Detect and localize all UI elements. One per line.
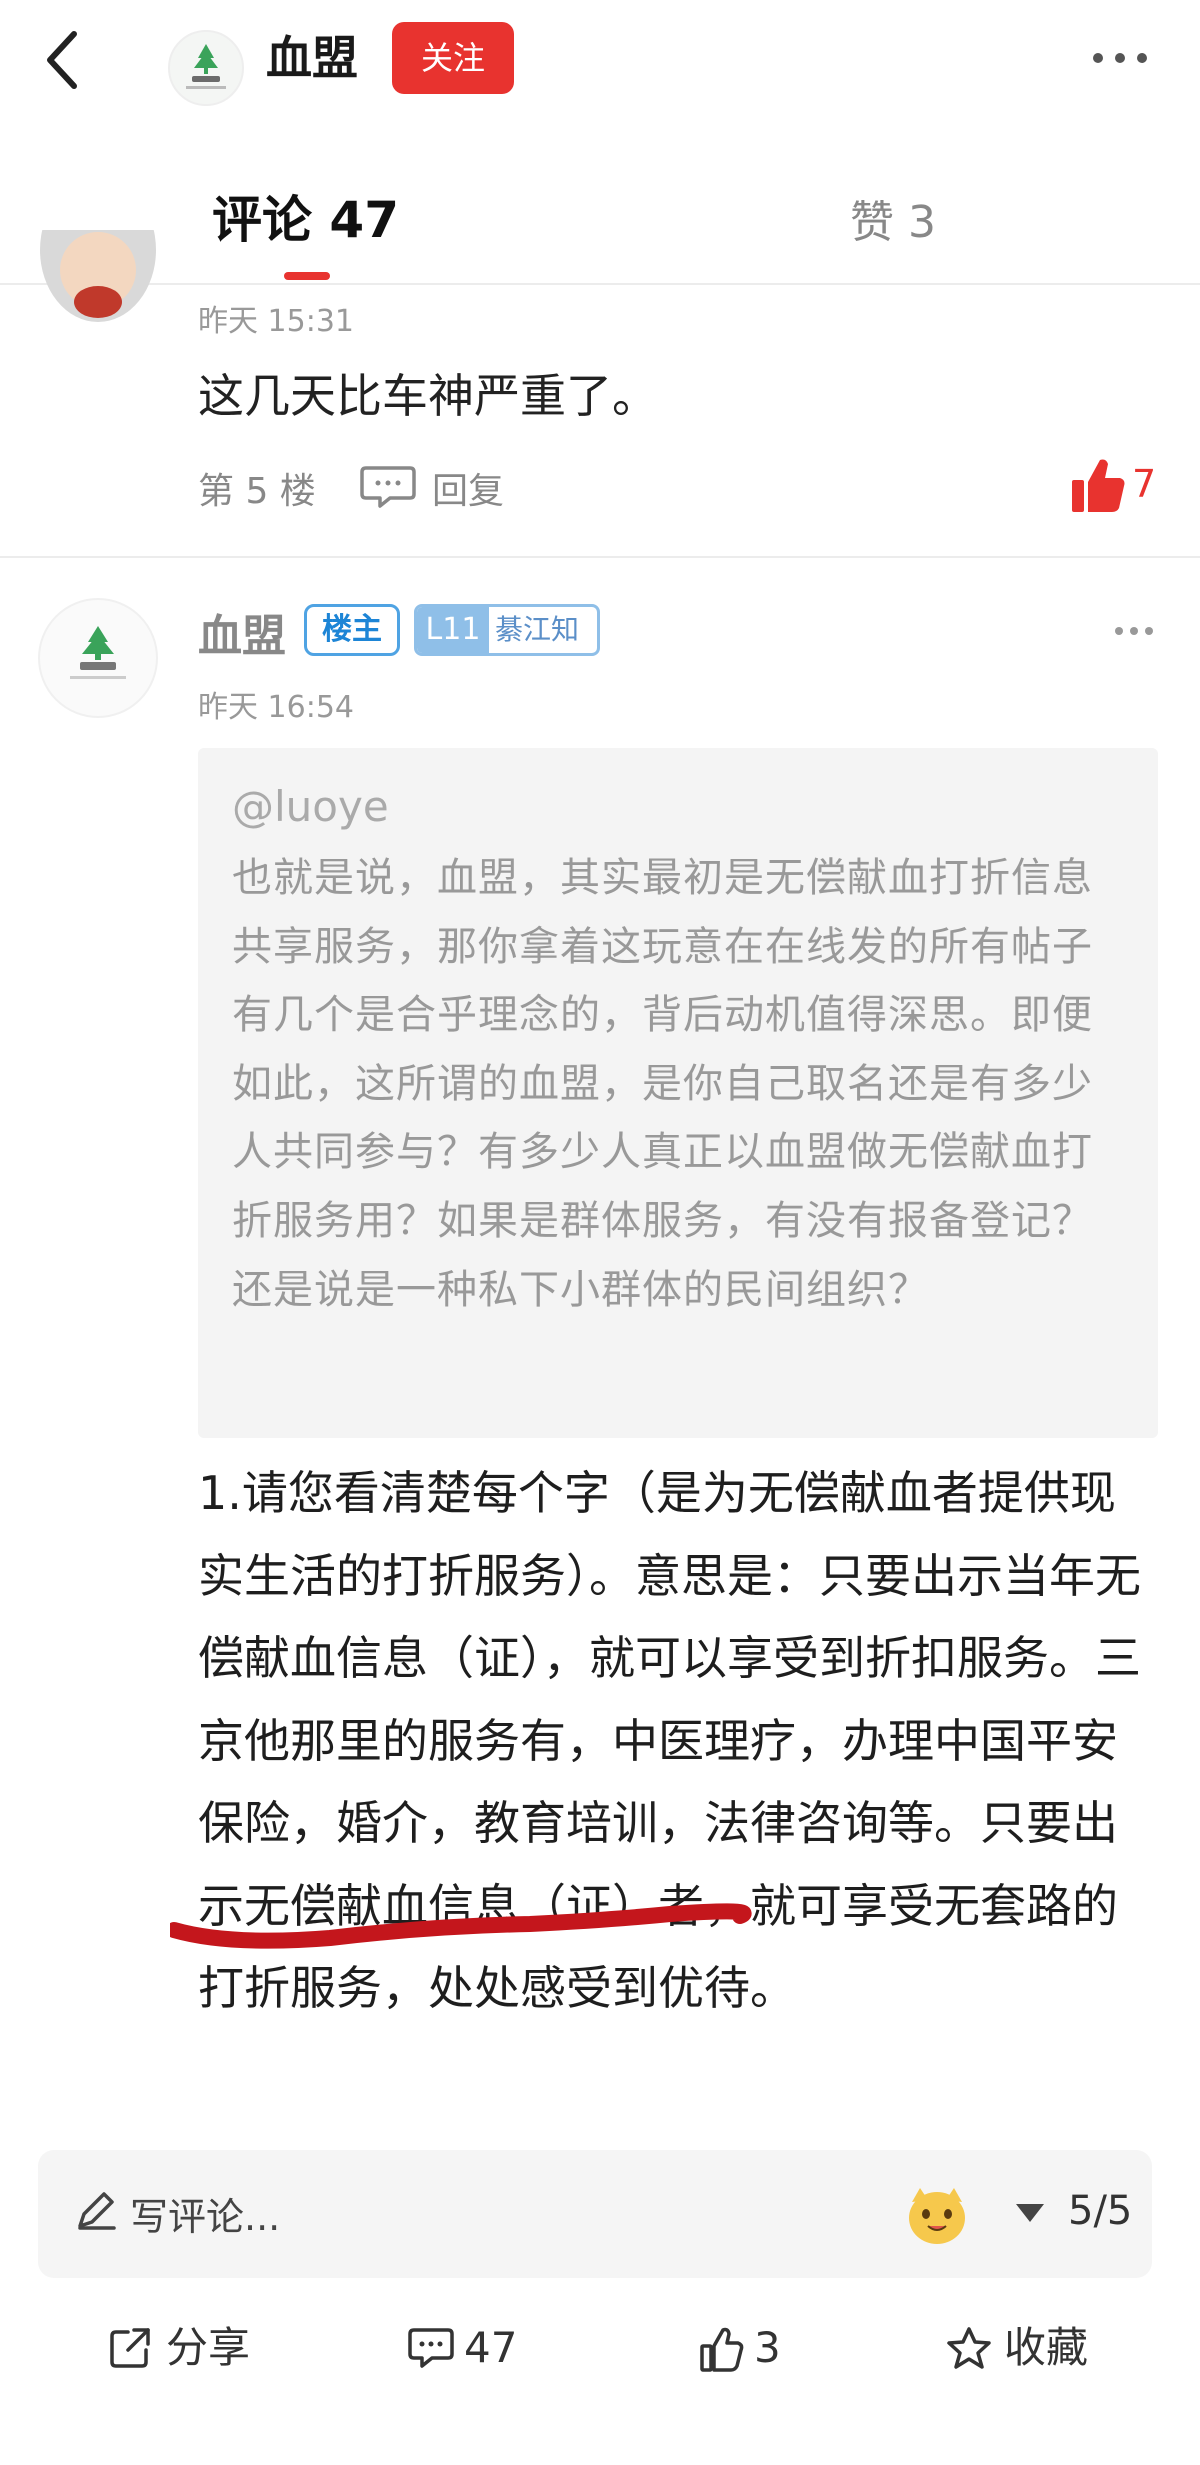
tab-likes[interactable]: 赞 3	[850, 186, 936, 250]
star-icon	[947, 2327, 991, 2369]
tree-logo-icon	[186, 44, 226, 89]
share-label: 分享	[166, 2323, 251, 2372]
tree-logo-icon	[70, 626, 126, 679]
like-button[interactable]: 3	[700, 2318, 810, 2378]
share-button[interactable]: 分享	[108, 2318, 268, 2378]
favorite-button[interactable]: 收藏	[946, 2318, 1106, 2378]
floor-page-counter[interactable]: 5/5	[1068, 2188, 1132, 2234]
more-icon[interactable]	[1090, 48, 1150, 68]
page-title: 血盟	[266, 31, 358, 85]
follow-button[interactable]: 关注	[392, 22, 514, 94]
avatar[interactable]	[40, 230, 156, 330]
like-count: 7	[1132, 462, 1157, 506]
reply-button[interactable]: 回复	[432, 462, 504, 514]
level-badge: L11 綦江知府	[414, 604, 600, 656]
quote-mention[interactable]: @luoye	[232, 782, 389, 831]
emoji-icon[interactable]	[902, 2182, 972, 2248]
quoted-comment: @luoye 也就是说，血盟，其实最初是无偿献血打折信息共享服务，那你拿着这玩意…	[198, 748, 1158, 1438]
comment-count: 47	[464, 2323, 518, 2372]
share-icon	[110, 2328, 150, 2368]
top-bar: 血盟 关注	[0, 0, 1200, 120]
back-icon[interactable]	[40, 28, 90, 92]
comments-button[interactable]: 47	[408, 2318, 528, 2378]
level-number: L11	[417, 607, 489, 653]
cartoon-avatar-icon	[40, 230, 156, 322]
level-title: 綦江知府	[495, 613, 580, 646]
blood-alliance-logo-avatar[interactable]	[168, 30, 244, 106]
comment-timestamp: 昨天 16:54	[198, 690, 354, 725]
comment-timestamp: 昨天 15:31	[198, 304, 354, 339]
reply-icon[interactable]	[360, 464, 416, 508]
tab-bar: 评论 47 赞 3	[0, 140, 1200, 285]
avatar[interactable]	[38, 598, 158, 718]
red-underline-mark	[170, 1903, 752, 1949]
author-name[interactable]: 血盟	[198, 600, 286, 664]
comment-more-icon[interactable]	[1114, 624, 1154, 638]
favorite-label: 收藏	[1004, 2323, 1089, 2372]
pencil-icon	[78, 2192, 116, 2230]
tab-comments[interactable]: 评论 47	[212, 180, 399, 252]
thumbs-up-icon[interactable]	[1070, 456, 1126, 514]
thumbs-up-icon	[700, 2327, 744, 2372]
active-tab-indicator	[284, 272, 330, 280]
floor-number: 第 5 楼	[198, 471, 316, 512]
comment-icon	[408, 2328, 454, 2368]
divider	[0, 556, 1200, 558]
comment-placeholder[interactable]: 写评论...	[130, 2186, 280, 2241]
quote-text: 也就是说，血盟，其实最初是无偿献血打折信息共享服务，那你拿着这玩意在在线发的所有…	[232, 855, 1093, 1313]
like-total: 3	[754, 2323, 781, 2372]
owner-badge: 楼主	[304, 604, 400, 656]
comment-text: 这几天比车神严重了。	[198, 369, 658, 423]
dropdown-triangle-icon[interactable]	[1014, 2202, 1046, 2224]
